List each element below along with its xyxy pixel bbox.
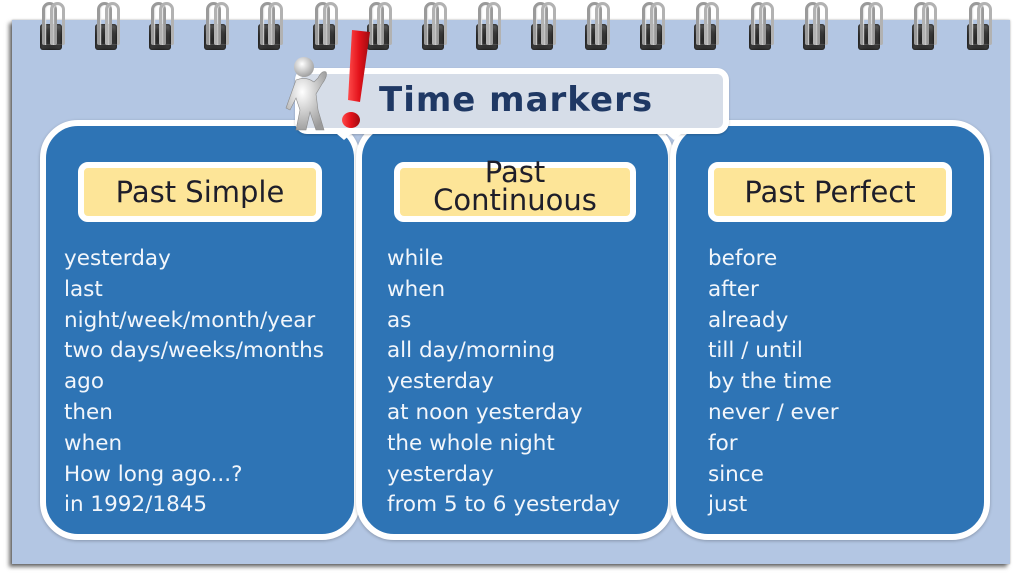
marker-item: yesterday bbox=[387, 461, 494, 487]
marker-item: the whole night bbox=[387, 430, 555, 456]
card-heading-text: Past Perfect bbox=[744, 175, 916, 209]
card-heading: Past Continuous bbox=[394, 155, 636, 222]
marker-item: when bbox=[64, 430, 123, 456]
card-heading: Past Simple bbox=[78, 162, 322, 222]
person-figure-icon bbox=[285, 57, 327, 131]
marker-item: already bbox=[708, 307, 789, 333]
binding-ring-icon bbox=[200, 0, 230, 52]
binding-ring-icon bbox=[636, 0, 666, 52]
binding-ring-icon bbox=[91, 0, 121, 52]
marker-item: from 5 to 6 yesterday bbox=[387, 492, 621, 518]
marker-item: after bbox=[708, 276, 759, 302]
card-heading-text: Past Simple bbox=[115, 175, 285, 209]
binding-ring-icon bbox=[254, 0, 284, 52]
binding-ring-icon bbox=[799, 0, 829, 52]
binding-ring-icon bbox=[963, 0, 993, 52]
marker-item: all day/morning bbox=[387, 338, 556, 364]
page-title: Time markers bbox=[379, 80, 654, 120]
binding-ring-icon bbox=[145, 0, 175, 52]
marker-item: never / ever bbox=[708, 399, 839, 425]
card-past-perfect: Past Perfect before after already till / un… bbox=[670, 120, 990, 540]
marker-item: since bbox=[708, 461, 764, 487]
marker-list: before after already till / until by the tim… bbox=[708, 244, 976, 521]
marker-item: at noon yesterday bbox=[387, 399, 583, 425]
marker-item: by the time bbox=[708, 369, 832, 395]
marker-item: yesterday bbox=[64, 246, 171, 271]
exclamation-icon bbox=[342, 30, 370, 128]
card-past-simple: Past Simple yesterday last night/week/mont… bbox=[40, 120, 360, 540]
card-heading-text: Past Continuous bbox=[433, 155, 597, 217]
binding-ring-icon bbox=[309, 0, 339, 52]
card-past-continuous: Past Continuous while when as all day/morni… bbox=[356, 120, 674, 540]
marker-item: for bbox=[708, 430, 738, 456]
title-notch-right bbox=[660, 128, 688, 140]
marker-item: yesterday bbox=[387, 369, 494, 395]
binding-ring-icon bbox=[418, 0, 448, 52]
marker-item: last bbox=[64, 276, 103, 302]
marker-item: before bbox=[708, 246, 778, 271]
card-heading-line: Continuous bbox=[433, 183, 597, 217]
binding-ring-icon bbox=[745, 0, 775, 52]
marker-item: just bbox=[708, 492, 748, 518]
card-heading: Past Perfect bbox=[708, 162, 952, 222]
marker-item: while bbox=[387, 246, 444, 271]
marker-item: as bbox=[387, 307, 412, 333]
binding-ring-icon bbox=[527, 0, 557, 52]
binding-ring-icon bbox=[472, 0, 502, 52]
binding-ring-icon bbox=[854, 0, 884, 52]
marker-item: two days/weeks/months bbox=[64, 338, 324, 364]
marker-item: How long ago...? bbox=[64, 461, 243, 487]
marker-item: in 1992/1845 bbox=[64, 492, 208, 518]
marker-item: ago bbox=[64, 369, 104, 395]
marker-list: while when as all day/morning yesterday at no… bbox=[387, 244, 660, 521]
binding-ring-icon bbox=[908, 0, 938, 52]
marker-item: then bbox=[64, 399, 113, 425]
marker-item: till / until bbox=[708, 338, 803, 364]
marker-item: night/week/month/year bbox=[64, 307, 316, 333]
marker-list: yesterday last night/week/month/year two da… bbox=[64, 244, 346, 521]
marker-item: when bbox=[387, 276, 446, 302]
binding-ring-icon bbox=[36, 0, 66, 52]
binding-ring-icon bbox=[690, 0, 720, 52]
binding-ring-icon bbox=[581, 0, 611, 52]
